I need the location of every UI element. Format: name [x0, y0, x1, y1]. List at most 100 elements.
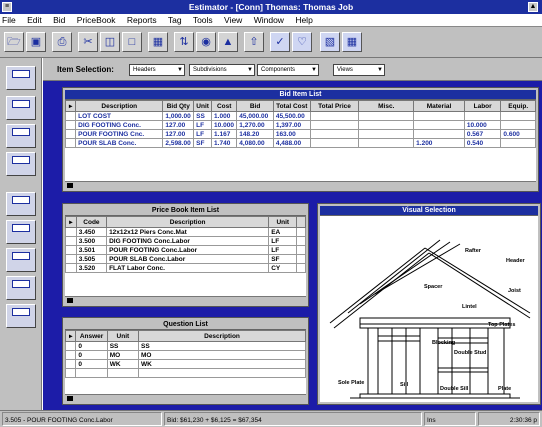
grid-icon[interactable]: ▧ — [320, 32, 340, 52]
sort-icon[interactable]: ⇅ — [174, 32, 194, 52]
bid-list-button[interactable] — [6, 96, 36, 120]
col-unit[interactable]: Unit — [193, 100, 213, 112]
table-row[interactable]: POUR SLAB Conc. 2,598.00 SF 1.740 4,080.00 4,… — [64, 138, 536, 148]
cell: 0 — [75, 341, 108, 351]
horizontal-scrollbar[interactable] — [65, 394, 306, 402]
paste-icon[interactable]: ◫ — [100, 32, 120, 52]
col-unit[interactable]: Unit — [106, 330, 140, 342]
cell: 1.200 — [413, 138, 465, 148]
col-material[interactable]: Material — [413, 100, 465, 112]
binoculars-icon[interactable]: ◉ — [196, 32, 216, 52]
save-icon[interactable]: ▣ — [26, 32, 46, 52]
table-row[interactable]: DIG FOOTING Conc. 127.00 LF 10.000 1,270.00 1… — [64, 120, 536, 130]
menu-pricebook[interactable]: PriceBook — [77, 15, 116, 25]
cut-icon[interactable]: ✂ — [78, 32, 98, 52]
list-item[interactable]: 3.501 POUR FOOTING Conc.Labor LF — [65, 245, 306, 255]
filter-icon[interactable]: ▲ — [218, 32, 238, 52]
menu-view[interactable]: View — [224, 15, 242, 25]
col-description[interactable]: Description — [106, 216, 270, 228]
pricebook-button[interactable] — [6, 192, 36, 216]
col-total-cost[interactable]: Total Cost — [272, 100, 311, 112]
cell: 0 — [75, 350, 108, 360]
col-answer[interactable]: Answer — [75, 330, 108, 342]
col-bid[interactable]: Bid — [236, 100, 274, 112]
cell: DIG FOOTING Conc.Labor — [106, 236, 270, 246]
label-double-sill: Double Sill — [440, 386, 469, 392]
label-double-stud: Double Stud — [454, 350, 486, 356]
horizontal-scrollbar[interactable] — [65, 181, 536, 189]
cell: 10.000 — [463, 120, 502, 130]
views-dropdown[interactable]: Views — [333, 64, 385, 76]
cell: 0 — [75, 359, 108, 369]
list-icon — [12, 100, 30, 108]
menu-tools[interactable]: Tools — [193, 15, 213, 25]
cell: 2,598.00 — [162, 138, 195, 148]
list-item[interactable]: 3.450 12x12x12 Piers Conc.Mat EA — [65, 227, 306, 237]
table-icon[interactable]: ▦ — [342, 32, 362, 52]
label-sill: Sill — [400, 382, 409, 388]
heart-icon[interactable]: ♡ — [292, 32, 312, 52]
col-cost[interactable]: Cost — [211, 100, 238, 112]
item-list-button[interactable] — [6, 124, 36, 148]
menu-edit[interactable]: Edit — [27, 15, 42, 25]
list-item[interactable]: 3.520 FLAT Labor Conc. CY — [65, 263, 306, 273]
check-icon[interactable]: ✓ — [270, 32, 290, 52]
subdivisions-dropdown[interactable]: Subdivisions — [189, 64, 255, 76]
cell: 3.520 — [75, 263, 108, 273]
label-spacer: Spacer — [424, 284, 443, 290]
col-misc[interactable]: Misc. — [358, 100, 415, 112]
list-item[interactable]: 3.505 POUR SLAB Conc.Labor SF — [65, 254, 306, 264]
col-code[interactable]: Code — [75, 216, 108, 228]
menu-reports[interactable]: Reports — [127, 15, 157, 25]
bid-setup-button[interactable] — [6, 66, 36, 90]
menu-window[interactable]: Window — [254, 15, 284, 25]
col-description[interactable]: Description — [138, 330, 306, 342]
questions-button[interactable] — [6, 248, 36, 272]
col-description[interactable]: Description — [75, 100, 164, 112]
list-item[interactable] — [64, 368, 306, 378]
phases-button[interactable] — [6, 220, 36, 244]
horizontal-scrollbar[interactable] — [65, 296, 306, 304]
table-row[interactable]: POUR FOOTING Cnc. 127.00 LF 1.167 148.20 163.… — [64, 129, 536, 139]
cell: 4,080.00 — [236, 138, 274, 148]
col-total-price[interactable]: Total Price — [309, 100, 360, 112]
reports-button[interactable] — [6, 304, 36, 328]
cell: 1.740 — [211, 138, 238, 148]
system-menu-icon[interactable]: ≡ — [2, 2, 12, 12]
cell: 1,000.00 — [162, 111, 195, 121]
calculator-icon[interactable]: ▦ — [148, 32, 168, 52]
col-labor[interactable]: Labor — [463, 100, 502, 112]
menu-help[interactable]: Help — [295, 15, 312, 25]
headers-dropdown[interactable]: Headers — [129, 64, 185, 76]
col-bid-qty[interactable]: Bid Qty — [162, 100, 195, 112]
visual-button[interactable] — [6, 276, 36, 300]
list-item[interactable]: 0 WK WK — [64, 359, 306, 369]
cell: 4,488.00 — [272, 138, 311, 148]
print-icon[interactable]: ⎙ — [52, 32, 72, 52]
list-item[interactable]: 0 MO MO — [64, 350, 306, 360]
scroll-thumb[interactable] — [67, 183, 73, 188]
open-folder-icon[interactable]: 🗁 — [4, 32, 24, 52]
chat-icon[interactable]: □ — [122, 32, 142, 52]
col-equip[interactable]: Equip. — [500, 100, 536, 112]
summary-button[interactable] — [6, 152, 36, 176]
table-row[interactable]: LOT COST 1,000.00 SS 1.000 45,000.00 45,500.0… — [64, 111, 536, 121]
framing-diagram[interactable]: Rafter Header Joist Top Plates Spacer Li… — [320, 218, 538, 404]
maximize-icon[interactable]: ▲ — [528, 2, 538, 12]
cell: 1,270.00 — [236, 120, 274, 130]
cell: POUR FOOTING Cnc. — [75, 129, 164, 139]
col-unit[interactable]: Unit — [268, 216, 298, 228]
menu-bid[interactable]: Bid — [53, 15, 65, 25]
list-item[interactable]: 0 SS SS — [64, 341, 306, 351]
menu-file[interactable]: File — [2, 15, 16, 25]
label-top-plates: Top Plates — [488, 322, 515, 328]
list-item[interactable]: 3.500 DIG FOOTING Conc.Labor LF — [65, 236, 306, 246]
menu-tag[interactable]: Tag — [168, 15, 182, 25]
scroll-thumb[interactable] — [67, 396, 73, 401]
scroll-thumb[interactable] — [67, 298, 73, 303]
components-dropdown[interactable]: Components — [257, 64, 319, 76]
cell: 45,000.00 — [236, 111, 274, 121]
cell: SS — [193, 111, 213, 121]
export-icon[interactable]: ⇧ — [244, 32, 264, 52]
cell: 45,500.00 — [272, 111, 311, 121]
